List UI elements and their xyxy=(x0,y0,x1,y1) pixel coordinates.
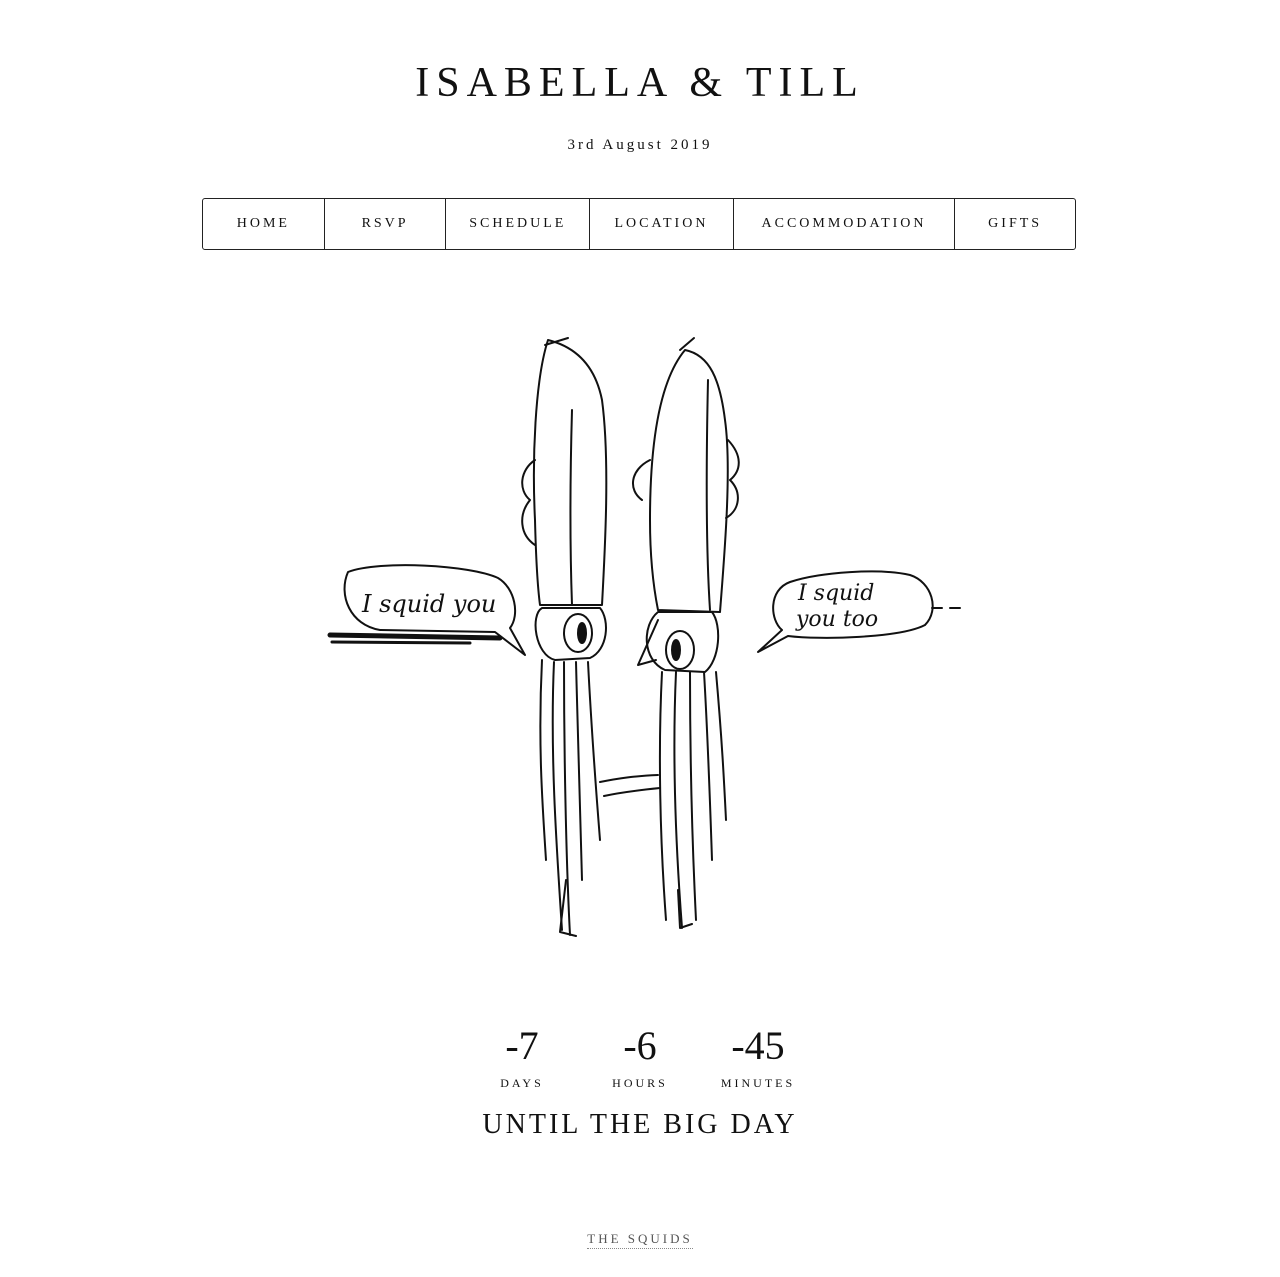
days-label: DAYS xyxy=(500,1076,544,1090)
speech-bubble-left: I squid you xyxy=(327,564,526,656)
main-nav: HOME RSVP SCHEDULE LOCATION ACCOMMODATIO… xyxy=(202,198,1076,250)
speech-bubble-right: I squid you too xyxy=(757,570,961,653)
nav-schedule[interactable]: SCHEDULE xyxy=(446,199,591,249)
nav-home[interactable]: HOME xyxy=(203,199,325,249)
nav-location[interactable]: LOCATION xyxy=(590,199,734,249)
days-value: -7 xyxy=(505,1023,539,1068)
nav-rsvp[interactable]: RSVP xyxy=(325,199,447,249)
left-squid xyxy=(521,337,608,937)
nav-gifts[interactable]: GIFTS xyxy=(955,199,1075,249)
hours-label: HOURS xyxy=(612,1076,668,1090)
bubble-left-text: I squid you xyxy=(361,590,496,618)
countdown: -7 DAYS -6 HOURS -45 MINUTES xyxy=(0,1022,1280,1091)
bubble-right-text-line1: I squid xyxy=(797,581,874,606)
bubble-right-text-line2: you too xyxy=(795,607,878,632)
countdown-days: -7 DAYS xyxy=(463,1022,581,1091)
countdown-hours: -6 HOURS xyxy=(581,1022,699,1091)
nav-accommodation[interactable]: ACCOMMODATION xyxy=(734,199,956,249)
countdown-minutes: -45 MINUTES xyxy=(699,1022,817,1091)
squid-illustration: I squid you I squid you too xyxy=(327,337,961,937)
minutes-value: -45 xyxy=(731,1023,785,1068)
footer: THE SQUIDS xyxy=(0,1228,1280,1249)
minutes-label: MINUTES xyxy=(720,1076,796,1090)
countdown-tagline: UNTIL THE BIG DAY xyxy=(482,1109,798,1140)
right-squid xyxy=(599,337,740,929)
wedding-date: 3rd August 2019 xyxy=(567,137,713,153)
the-squids-link[interactable]: THE SQUIDS xyxy=(587,1231,693,1249)
site-title: ISABELLA & TILL xyxy=(415,60,865,106)
hours-value: -6 xyxy=(623,1023,657,1068)
